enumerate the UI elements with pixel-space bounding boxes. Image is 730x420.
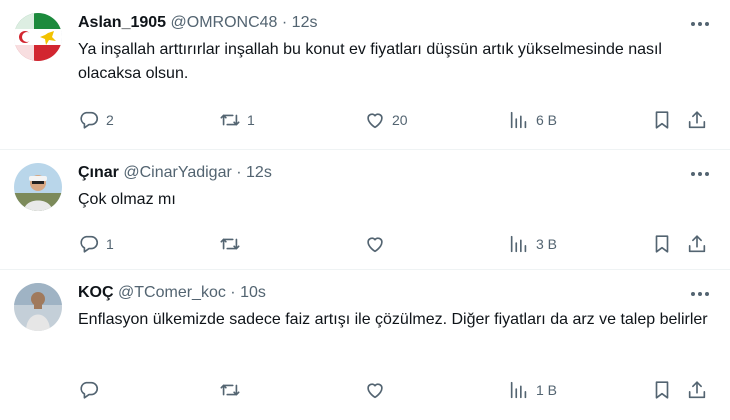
retweet-icon: [220, 384, 240, 396]
reply-button[interactable]: [78, 378, 106, 402]
reply-count: 1: [106, 236, 114, 252]
bookmark-icon: [655, 235, 669, 253]
retweet-icon: [220, 238, 240, 250]
action-bar: 2 1 20 6 B: [78, 108, 718, 132]
retweet-button[interactable]: 1: [219, 108, 255, 132]
tweet-text: Ya inşallah arttırırlar inşallah bu konu…: [78, 41, 662, 82]
share-icon: [688, 235, 706, 253]
avatar[interactable]: [14, 283, 62, 331]
like-button[interactable]: 20: [364, 108, 408, 132]
like-button[interactable]: [364, 378, 392, 402]
retweet-button[interactable]: [219, 378, 247, 402]
reply-feed: Aslan_1905 @OMRONC48 · 12s Ya inşallah a…: [0, 0, 730, 420]
action-bar: 1 B: [78, 378, 718, 402]
separator: ·: [230, 284, 236, 301]
views-icon: [510, 381, 527, 399]
avatar[interactable]: [14, 13, 62, 61]
author-name[interactable]: Aslan_1905: [78, 14, 166, 31]
retweet-count: 1: [247, 112, 255, 128]
like-icon: [367, 237, 383, 253]
retweet-icon: [220, 114, 240, 126]
views-count: 3 B: [536, 236, 558, 252]
author-name[interactable]: KOÇ: [78, 284, 114, 301]
separator: ·: [236, 164, 242, 181]
like-icon: [367, 113, 383, 129]
tweet-text: Enflasyon ülkemizde sadece faiz artışı i…: [78, 311, 708, 328]
more-icon[interactable]: [686, 10, 714, 38]
like-count: 20: [392, 112, 408, 128]
reply-icon: [80, 235, 99, 253]
reply-icon: [80, 111, 99, 129]
share-button[interactable]: [686, 378, 708, 402]
views-icon: [510, 111, 527, 129]
bookmark-icon: [655, 111, 669, 129]
share-icon: [688, 381, 706, 399]
reply-count: 2: [106, 112, 114, 128]
bookmark-icon: [655, 381, 669, 399]
more-icon[interactable]: [686, 160, 714, 188]
views-count: 6 B: [536, 112, 558, 128]
views-button[interactable]: 6 B: [508, 108, 557, 132]
timestamp[interactable]: 12s: [246, 164, 272, 181]
like-icon: [367, 383, 383, 399]
avatar[interactable]: [14, 163, 62, 211]
share-button[interactable]: [686, 232, 708, 256]
like-button[interactable]: [364, 232, 392, 256]
share-icon: [688, 111, 706, 129]
author-handle[interactable]: @TComer_koc: [118, 284, 226, 301]
timestamp[interactable]: 12s: [292, 14, 318, 31]
tweet-text: Çok olmaz mı: [78, 191, 176, 208]
bookmark-button[interactable]: [651, 378, 673, 402]
reply-button[interactable]: 2: [78, 108, 114, 132]
timestamp[interactable]: 10s: [240, 284, 266, 301]
reply-button[interactable]: 1: [78, 232, 114, 256]
author-handle[interactable]: @OMRONC48: [171, 14, 278, 31]
tweet[interactable]: KOÇ @TComer_koc · 10s Enflasyon ülkemizd…: [0, 270, 730, 420]
tweet-header: Aslan_1905 @OMRONC48 · 12s: [78, 12, 317, 34]
tweet[interactable]: Çınar @CinarYadigar · 12s Çok olmaz mı 1…: [0, 150, 730, 270]
author-handle[interactable]: @CinarYadigar: [123, 164, 231, 181]
share-button[interactable]: [686, 108, 708, 132]
views-button[interactable]: 3 B: [508, 232, 557, 256]
tweet-header: KOÇ @TComer_koc · 10s: [78, 282, 266, 304]
author-name[interactable]: Çınar: [78, 164, 119, 181]
retweet-button[interactable]: [219, 232, 247, 256]
reply-icon: [80, 381, 99, 399]
more-icon[interactable]: [686, 280, 714, 308]
action-bar: 1 3 B: [78, 232, 718, 256]
separator: ·: [281, 14, 288, 31]
tweet-header: Çınar @CinarYadigar · 12s: [78, 162, 272, 184]
bookmark-button[interactable]: [651, 108, 673, 132]
tweet[interactable]: Aslan_1905 @OMRONC48 · 12s Ya inşallah a…: [0, 0, 730, 150]
bookmark-button[interactable]: [651, 232, 673, 256]
views-button[interactable]: 1 B: [508, 378, 557, 402]
views-icon: [510, 235, 527, 253]
views-count: 1 B: [536, 382, 558, 398]
